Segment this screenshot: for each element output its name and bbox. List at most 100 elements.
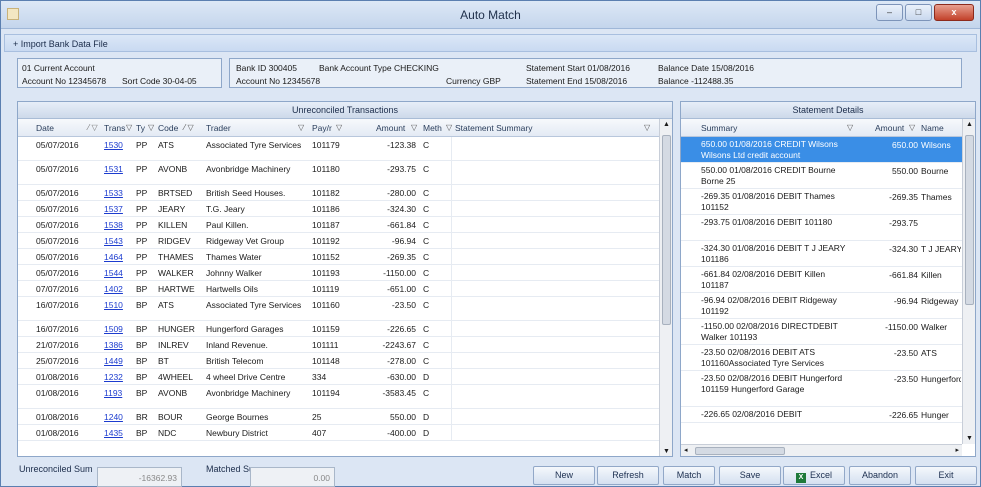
- cell-trans-link[interactable]: 1509: [104, 324, 123, 334]
- cell-trans-link[interactable]: 1537: [104, 204, 123, 214]
- table-row[interactable]: 01/08/2016 1240 BR BOUR George Bournes 25 550.…: [18, 409, 659, 425]
- cell-trans-link[interactable]: 1240: [104, 412, 123, 422]
- cell-trans-link[interactable]: 1232: [104, 372, 123, 382]
- cell-trans-link[interactable]: 1449: [104, 356, 123, 366]
- cell-trans-link[interactable]: 1533: [104, 188, 123, 198]
- table-row[interactable]: 05/07/2016 1543 PP RIDGEV Ridgeway Vet Group…: [18, 233, 659, 249]
- save-button[interactable]: Save: [719, 466, 781, 485]
- statement-scrollbar[interactable]: ▲ ▼: [962, 119, 975, 444]
- statement-row[interactable]: -23.50 02/08/2016 DEBIT ATS 101160Associ…: [681, 345, 962, 371]
- col-trader[interactable]: Trader: [206, 123, 231, 133]
- cell-trans-link[interactable]: 1386: [104, 340, 123, 350]
- exit-button[interactable]: Exit: [915, 466, 977, 485]
- scroll-thumb[interactable]: [662, 135, 671, 325]
- cell-trans-link[interactable]: 1538: [104, 220, 123, 230]
- table-row[interactable]: 05/07/2016 1537 PP JEARY T.G. Jeary 101186 -32…: [18, 201, 659, 217]
- refresh-button[interactable]: Refresh: [597, 466, 659, 485]
- table-row[interactable]: 05/07/2016 1464 PP THAMES Thames Water 101152…: [18, 249, 659, 265]
- statement-row[interactable]: -324.30 01/08/2016 DEBIT T J JEARY 10118…: [681, 241, 962, 267]
- sort-filter-icon[interactable]: ⁄ ▽: [184, 123, 194, 132]
- scroll-thumb[interactable]: [965, 135, 974, 305]
- statement-row[interactable]: -269.35 01/08/2016 DEBIT Thames 101152 -2…: [681, 189, 962, 215]
- cell-name: Thames: [921, 192, 952, 202]
- col-trans[interactable]: Trans: [104, 123, 125, 133]
- filter-icon[interactable]: ▽: [847, 123, 853, 132]
- table-row[interactable]: 21/07/2016 1386 BP INLREV Inland Revenue. 101…: [18, 337, 659, 353]
- table-row[interactable]: 25/07/2016 1449 BP BT British Telecom 101148 -…: [18, 353, 659, 369]
- table-row[interactable]: 16/07/2016 1509 BP HUNGER Hungerford Garages…: [18, 321, 659, 337]
- col-amount[interactable]: Amount: [376, 123, 405, 133]
- table-row[interactable]: 01/08/2016 1435 BP NDC Newbury District 407 -4…: [18, 425, 659, 441]
- col-meth[interactable]: Meth: [423, 123, 442, 133]
- col-date[interactable]: Date: [36, 123, 54, 133]
- scroll-down-icon[interactable]: ▼: [966, 435, 973, 442]
- filter-icon[interactable]: ▽: [336, 123, 342, 132]
- table-row[interactable]: 05/07/2016 1531 PP AVONB Avonbridge Machiner…: [18, 161, 659, 185]
- table-row[interactable]: 05/07/2016 1533 PP BRTSED British Seed House…: [18, 185, 659, 201]
- statement-start: Statement Start 01/08/2016: [526, 63, 630, 73]
- filter-icon[interactable]: ▽: [644, 123, 650, 132]
- filter-icon[interactable]: ▽: [446, 123, 452, 132]
- table-row[interactable]: 16/07/2016 1510 BP ATS Associated Tyre Servi…: [18, 297, 659, 321]
- filter-icon[interactable]: ▽: [909, 123, 915, 132]
- abandon-button[interactable]: Abandon: [849, 466, 911, 485]
- minimize-button[interactable]: –: [876, 4, 903, 21]
- table-row[interactable]: 05/07/2016 1530 PP ATS Associated Tyre Servi…: [18, 137, 659, 161]
- cell-trader: Thames Water: [206, 252, 262, 262]
- statement-row[interactable]: -661.84 02/08/2016 DEBIT Killen 101187 -6…: [681, 267, 962, 293]
- statement-row[interactable]: -1150.00 02/08/2016 DIRECTDEBIT Walker 1…: [681, 319, 962, 345]
- cell-trans-link[interactable]: 1544: [104, 268, 123, 278]
- table-row[interactable]: 01/08/2016 1193 BP AVONB Avonbridge Machiner…: [18, 385, 659, 409]
- cell-trans-link[interactable]: 1193: [104, 388, 122, 398]
- table-row[interactable]: 07/07/2016 1402 BP HARTWE Hartwells Oils 1011…: [18, 281, 659, 297]
- cell-trans-link[interactable]: 1531: [104, 164, 123, 174]
- statement-hscrollbar[interactable]: ◂ ▸: [681, 444, 962, 456]
- excel-button[interactable]: X Excel: [783, 466, 845, 485]
- cell-meth: C: [423, 388, 430, 398]
- maximize-button[interactable]: □: [905, 4, 932, 21]
- filter-icon[interactable]: ▽: [148, 123, 154, 132]
- filter-icon[interactable]: ▽: [411, 123, 417, 132]
- table-row[interactable]: 05/07/2016 1538 PP KILLEN Paul Killen. 101187…: [18, 217, 659, 233]
- col-summary[interactable]: Summary: [701, 123, 737, 133]
- scroll-down-icon[interactable]: ▼: [663, 448, 670, 455]
- hscroll-thumb[interactable]: [695, 447, 785, 455]
- cell-trans-link[interactable]: 1435: [104, 428, 123, 438]
- cell-trans-link[interactable]: 1464: [104, 252, 123, 262]
- col-amount[interactable]: Amount: [875, 123, 904, 133]
- filter-icon[interactable]: ▽: [126, 123, 132, 132]
- cell-trans-link[interactable]: 1543: [104, 236, 123, 246]
- scroll-right-icon[interactable]: ▸: [955, 446, 959, 454]
- cell-trans-link[interactable]: 1510: [104, 300, 123, 310]
- col-code[interactable]: Code: [158, 123, 178, 133]
- close-button[interactable]: x: [934, 4, 974, 21]
- match-button[interactable]: Match: [663, 466, 715, 485]
- statement-row[interactable]: -96.94 02/08/2016 DEBIT Ridgeway 101192 -…: [681, 293, 962, 319]
- scroll-left-icon[interactable]: ◂: [684, 446, 688, 454]
- import-bank-data-button[interactable]: + Import Bank Data File: [4, 34, 977, 52]
- unreconciled-scrollbar[interactable]: ▲ ▼: [659, 119, 672, 456]
- selected-statement-row[interactable]: 650.00 01/08/2016 CREDIT Wilsons Wilsons…: [681, 137, 962, 163]
- cell-amount: -3583.45: [382, 388, 416, 398]
- filter-icon[interactable]: ▽: [298, 123, 304, 132]
- cell-name: Hungerford: [921, 374, 961, 384]
- col-summary[interactable]: Statement Summary: [455, 123, 532, 133]
- statement-row[interactable]: -23.50 02/08/2016 DEBIT Hungerford 10115…: [681, 371, 962, 407]
- table-row[interactable]: 05/07/2016 1544 PP WALKER Johnny Walker 10119…: [18, 265, 659, 281]
- cell-trans-link[interactable]: 1530: [104, 140, 123, 150]
- statement-row[interactable]: -293.75 01/08/2016 DEBIT 101180 -293.75: [681, 215, 962, 241]
- col-payr[interactable]: Pay/r: [312, 123, 332, 133]
- col-ty[interactable]: Ty: [136, 123, 145, 133]
- balance-date: Balance Date 15/08/2016: [658, 63, 754, 73]
- statement-row[interactable]: -226.65 02/08/2016 DEBIT -226.65 Hunger: [681, 407, 962, 423]
- col-name[interactable]: Name: [921, 123, 944, 133]
- scroll-up-icon[interactable]: ▲: [663, 121, 670, 128]
- import-label: + Import Bank Data File: [13, 39, 108, 49]
- statement-row[interactable]: 550.00 01/08/2016 CREDIT Bourne Borne 25…: [681, 163, 962, 189]
- table-row[interactable]: 01/08/2016 1232 BP 4WHEEL 4 wheel Drive Cent…: [18, 369, 659, 385]
- cell-trans-link[interactable]: 1402: [104, 284, 123, 294]
- cell-summary: -226.65 02/08/2016 DEBIT: [701, 409, 803, 419]
- new-button[interactable]: New: [533, 466, 595, 485]
- cell-amount: -226.65: [387, 324, 416, 334]
- scroll-up-icon[interactable]: ▲: [966, 121, 973, 128]
